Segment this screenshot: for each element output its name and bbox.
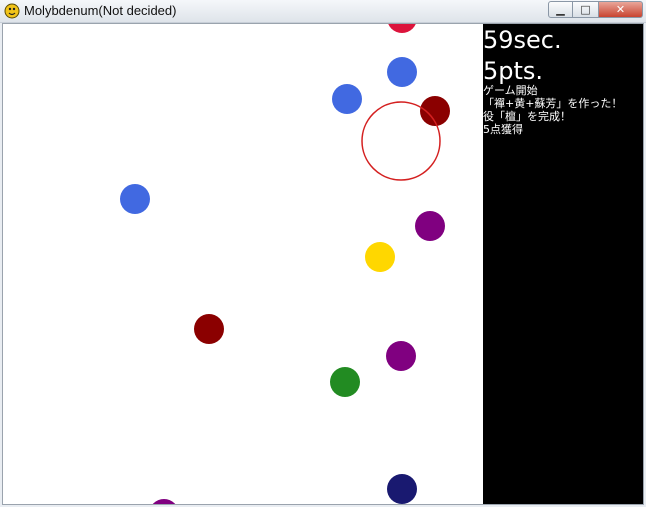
- maximize-button[interactable]: □: [573, 1, 599, 18]
- ball-blue[interactable]: [120, 184, 150, 214]
- ball-purple[interactable]: [415, 211, 445, 241]
- event-log: ゲーム開始 「襌+黄+蘇芳」を作った！ 役「檀」を完成！ 5点獲得: [483, 84, 622, 136]
- play-field[interactable]: [3, 24, 483, 504]
- log-line: 役「檀」を完成！: [483, 110, 571, 123]
- close-icon: ✕: [615, 3, 626, 16]
- timer-display: 59sec.: [483, 26, 562, 54]
- minimize-button[interactable]: ▁: [548, 1, 573, 18]
- score-display: 5pts.: [483, 57, 544, 85]
- maximize-icon: □: [580, 3, 591, 16]
- ball-blue[interactable]: [332, 84, 362, 114]
- log-line: ゲーム開始: [483, 84, 538, 97]
- game-window: Molybdenum(Not decided) ▁ □ ✕ 59sec. 5pt…: [0, 0, 646, 507]
- ball-layer[interactable]: [3, 24, 483, 504]
- window-title: Molybdenum(Not decided): [24, 3, 177, 18]
- ball-gold[interactable]: [365, 242, 395, 272]
- ball-darkred[interactable]: [194, 314, 224, 344]
- ball-red[interactable]: [387, 24, 417, 33]
- ball-blue[interactable]: [387, 57, 417, 87]
- ball-purple[interactable]: [149, 499, 179, 504]
- log-line: 5点獲得: [483, 123, 523, 136]
- close-button[interactable]: ✕: [599, 1, 643, 18]
- python-snake-icon: [4, 3, 20, 19]
- minimize-icon: ▁: [556, 3, 565, 16]
- ball-green[interactable]: [330, 367, 360, 397]
- title-bar[interactable]: Molybdenum(Not decided) ▁ □ ✕: [0, 0, 646, 23]
- log-line: 「襌+黄+蘇芳」を作った！: [483, 97, 623, 110]
- ball-navy[interactable]: [387, 474, 417, 504]
- ball-purple[interactable]: [386, 341, 416, 371]
- hud-panel: 59sec. 5pts. ゲーム開始 「襌+黄+蘇芳」を作った！ 役「檀」を完成…: [483, 24, 643, 504]
- cursor-ring: [361, 101, 441, 181]
